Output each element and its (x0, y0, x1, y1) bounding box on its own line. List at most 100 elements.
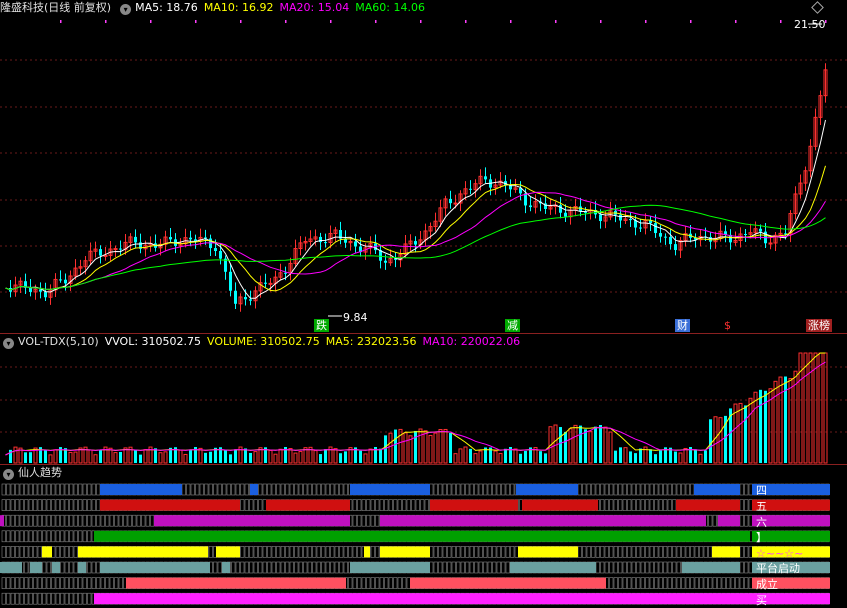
candle-body (119, 248, 122, 250)
strip-cell (19, 530, 24, 543)
candle-body (744, 233, 747, 235)
volume-bar (694, 449, 697, 463)
strip-cell (613, 577, 618, 589)
marker-die[interactable]: 跌 (314, 319, 329, 332)
volume-chart[interactable] (0, 334, 847, 464)
candle-body (559, 205, 562, 213)
volume-bar (453, 453, 458, 464)
strip-cell (6, 499, 11, 511)
strip-cell (501, 561, 506, 574)
strip-cell (37, 499, 42, 511)
marker-cai[interactable]: 财 (675, 319, 690, 332)
strip-cell (510, 546, 515, 558)
strip-cell (271, 561, 276, 574)
volume-bar (388, 432, 393, 464)
candle-body (113, 248, 118, 251)
strip-cell (73, 561, 78, 574)
strip-cell (87, 561, 92, 574)
candle-body (484, 176, 487, 180)
strip-cell (258, 561, 263, 574)
candle-body (449, 198, 452, 204)
strip-cell (384, 499, 389, 511)
strip-cell (609, 577, 614, 589)
volume-panel[interactable]: ▾ VOL-TDX(5,10) VVOL: 310502.75 VOLUME: 310… (0, 334, 847, 464)
marker-zhangbang[interactable]: 涨榜 (806, 319, 832, 332)
strip-cell (654, 577, 659, 589)
strip-cell (609, 483, 614, 496)
strip-cell (96, 483, 101, 496)
candle-body (284, 272, 287, 274)
volume-bar (473, 453, 478, 464)
strip-cell (649, 499, 654, 511)
strip-cell (109, 514, 114, 527)
volume-bar (234, 449, 237, 463)
volume-bar (748, 397, 753, 464)
strip-cell (199, 483, 204, 496)
strip-cell (505, 483, 510, 496)
volume-bar (619, 447, 622, 463)
event-tick (150, 20, 152, 23)
strip-cell (60, 530, 65, 543)
volume-bar (504, 448, 507, 463)
strip-cell (663, 483, 668, 496)
price-panel[interactable]: 隆盛科技(日线 前复权) ▾ MA5: 18.76 MA10: 16.92 MA20: … (0, 0, 847, 333)
volume-bar (249, 452, 252, 463)
strip-cell (78, 514, 83, 527)
strip-cell (253, 546, 258, 558)
marker-dollar[interactable]: $ (724, 319, 731, 332)
strip-cell (231, 561, 236, 574)
strip-cell (73, 483, 78, 496)
marker-jian[interactable]: 减 (505, 319, 520, 332)
indicator-strips[interactable] (0, 465, 847, 608)
strip-label-stars: ☆~~☆~ (756, 547, 804, 560)
strip-cell (613, 499, 618, 511)
strip-cell (708, 546, 713, 558)
strip-segment (364, 546, 370, 558)
strip-cell (469, 546, 474, 558)
strip-cell (672, 577, 677, 589)
strip-cell (370, 546, 375, 558)
strip-cell (19, 592, 24, 605)
candle-body (189, 237, 192, 240)
volume-bar (559, 427, 562, 463)
strip-cell (343, 546, 348, 558)
strip-cell (663, 546, 668, 558)
price-chart[interactable] (0, 0, 847, 333)
strip-cell (420, 499, 425, 511)
volume-bar (759, 389, 762, 463)
strip-cell (640, 561, 645, 574)
volume-bar (363, 453, 368, 464)
indicator-panel[interactable]: ▾ 仙人趋势 四 五 六 】 ☆~~☆~ 平台启动 成立 买 (0, 465, 847, 608)
strip-cell (640, 546, 645, 558)
strip-cell (1, 546, 6, 558)
strip-segment (30, 562, 42, 573)
volume-bar (698, 453, 703, 464)
volume-bar (163, 451, 168, 464)
strip-segment (676, 499, 740, 511)
strip-cell (366, 514, 371, 527)
strip-cell (366, 577, 371, 589)
strip-cell (64, 561, 69, 574)
strip-cell (618, 577, 623, 589)
strip-cell (703, 577, 708, 589)
strip-cell (375, 499, 380, 511)
strip-cell (69, 561, 74, 574)
strip-cell (55, 577, 60, 589)
strip-cell (1, 592, 6, 605)
strip-cell (91, 499, 96, 511)
volume-bar (519, 453, 522, 463)
strip-cell (123, 514, 128, 527)
candle-body (249, 299, 252, 301)
strip-cell (658, 546, 663, 558)
strip-cell (600, 499, 605, 511)
strip-segment (718, 515, 740, 527)
event-tick (510, 20, 512, 23)
strip-cell (190, 483, 195, 496)
volume-bar (639, 448, 642, 463)
candle-body (324, 242, 327, 244)
strip-cell (456, 561, 461, 574)
strip-cell (37, 514, 42, 527)
strip-cell (487, 546, 492, 558)
volume-bar (744, 405, 747, 463)
strip-cell (618, 561, 623, 574)
